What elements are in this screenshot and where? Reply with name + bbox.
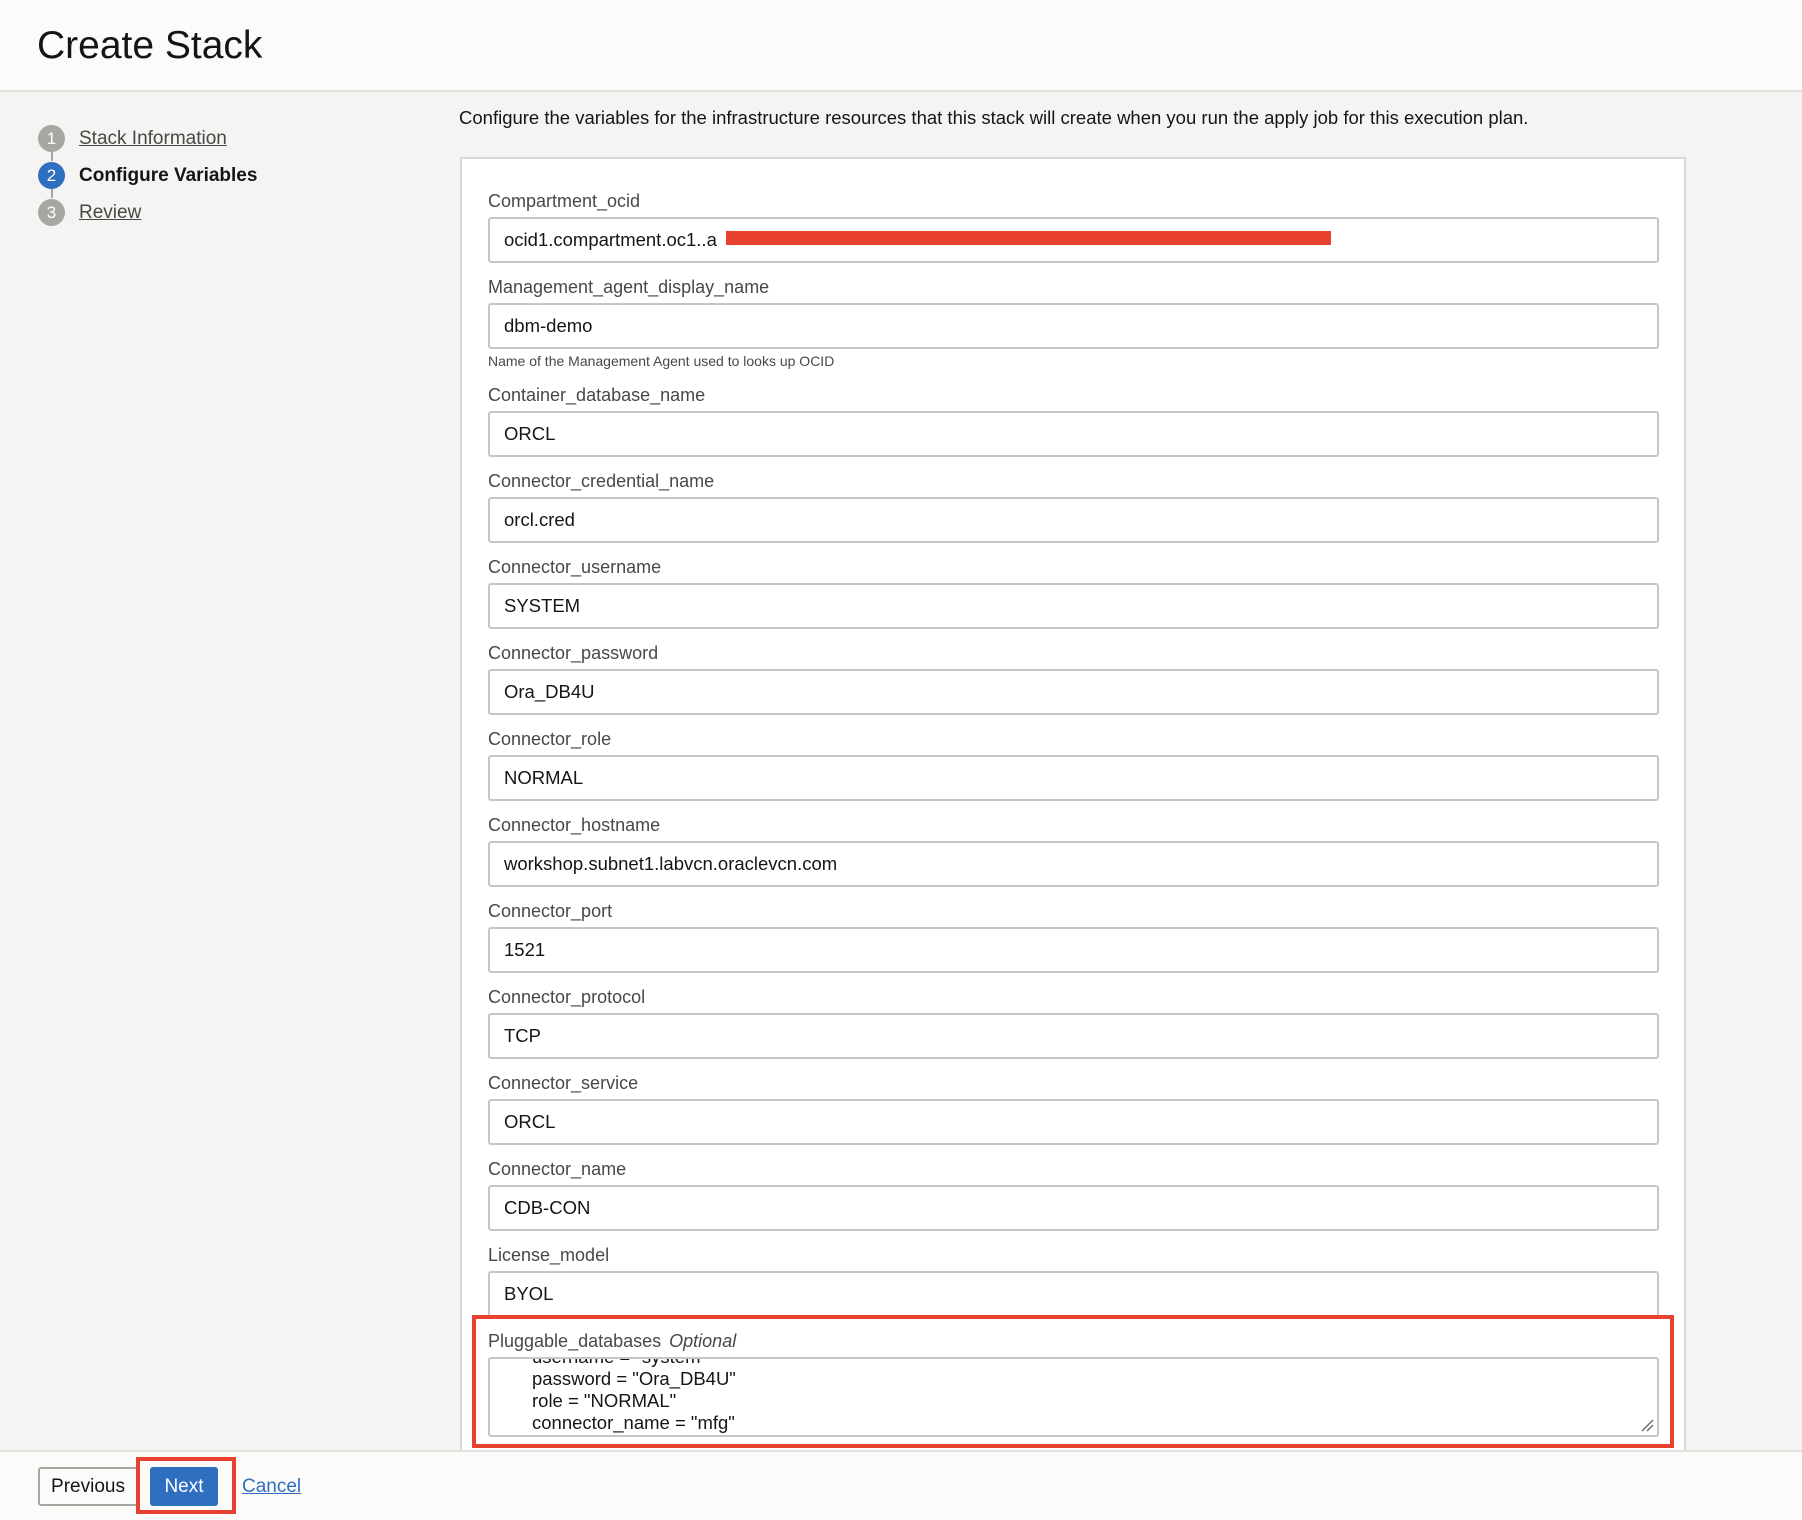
field-label: Connector_service: [488, 1073, 639, 1093]
field-label: Management_agent_display_name: [488, 277, 770, 297]
compartment-ocid-input[interactable]: [488, 217, 1659, 263]
field-connector-username: Connector_username: [488, 555, 1659, 641]
cancel-link[interactable]: Cancel: [242, 1467, 301, 1506]
connector-role-input[interactable]: [488, 755, 1659, 801]
connector-password-input[interactable]: [488, 669, 1659, 715]
field-compartment-ocid: Compartment_ocid: [488, 189, 1659, 275]
step-configure-variables: 2 Configure Variables: [38, 157, 318, 194]
field-container-database-name: Container_database_name: [488, 383, 1659, 469]
field-license-model: License_model: [488, 1243, 1659, 1329]
footer-bar: Previous Next Cancel: [0, 1450, 1802, 1520]
wizard-steps: 1 Stack Information 2 Configure Variable…: [38, 120, 318, 231]
field-label: Connector_protocol: [488, 987, 646, 1007]
connector-port-input[interactable]: [488, 927, 1659, 973]
step-number-1: 1: [38, 125, 65, 152]
container-database-name-input[interactable]: [488, 411, 1659, 457]
field-connector-service: Connector_service: [488, 1071, 1659, 1157]
pluggable-databases-textarea[interactable]: username = "system" password = "Ora_DB4U…: [488, 1357, 1659, 1437]
field-label-pluggable-databases: Pluggable_databases Optional: [488, 1329, 1659, 1354]
field-connector-protocol: Connector_protocol: [488, 985, 1659, 1071]
step-label-configure-variables: Configure Variables: [79, 164, 258, 186]
field-connector-name: Connector_name: [488, 1157, 1659, 1243]
field-connector-role: Connector_role: [488, 727, 1659, 813]
next-button[interactable]: Next: [150, 1467, 218, 1506]
field-help-text: Name of the Management Agent used to loo…: [488, 353, 835, 369]
field-label: Connector_hostname: [488, 815, 661, 835]
field-connector-hostname: Connector_hostname: [488, 813, 1659, 899]
connector-hostname-input[interactable]: [488, 841, 1659, 887]
connector-credential-name-input[interactable]: [488, 497, 1659, 543]
page-title: Create Stack: [37, 24, 263, 67]
connector-name-input[interactable]: [488, 1185, 1659, 1231]
pluggable-databases-value: username = "system" password = "Ora_DB4U…: [532, 1359, 736, 1435]
field-pluggable-databases: Pluggable_databases Optional username = "…: [488, 1329, 1659, 1437]
field-label: Pluggable_databases: [488, 1331, 662, 1351]
connector-service-input[interactable]: [488, 1099, 1659, 1145]
step-stack-information[interactable]: 1 Stack Information: [38, 120, 318, 157]
resize-grip-icon[interactable]: [1640, 1418, 1654, 1432]
connector-protocol-input[interactable]: [488, 1013, 1659, 1059]
license-model-input[interactable]: [488, 1271, 1659, 1317]
step-label-stack-information[interactable]: Stack Information: [79, 128, 227, 150]
page-header: Create Stack: [0, 0, 1802, 92]
field-connector-port: Connector_port: [488, 899, 1659, 985]
intro-text: Configure the variables for the infrastr…: [459, 107, 1529, 128]
optional-tag: Optional: [669, 1331, 737, 1351]
field-connector-password: Connector_password: [488, 641, 1659, 727]
field-label: Connector_role: [488, 729, 612, 749]
step-number-3: 3: [38, 199, 65, 226]
step-label-review[interactable]: Review: [79, 202, 141, 224]
field-label: Connector_port: [488, 901, 613, 921]
management-agent-display-name-input[interactable]: [488, 303, 1659, 349]
previous-button[interactable]: Previous: [38, 1467, 138, 1506]
variables-form: Compartment_ocid Management_agent_displa…: [460, 157, 1686, 1457]
field-label: Connector_credential_name: [488, 471, 715, 491]
field-management-agent-display-name: Management_agent_display_name Name of th…: [488, 275, 1659, 383]
step-number-2: 2: [38, 162, 65, 189]
field-label: Connector_password: [488, 643, 659, 663]
field-label: License_model: [488, 1245, 610, 1265]
field-label: Connector_username: [488, 557, 662, 577]
step-review[interactable]: 3 Review: [38, 194, 318, 231]
field-label: Container_database_name: [488, 385, 706, 405]
connector-username-input[interactable]: [488, 583, 1659, 629]
field-label: Connector_name: [488, 1159, 627, 1179]
field-label: Compartment_ocid: [488, 191, 641, 211]
field-connector-credential-name: Connector_credential_name: [488, 469, 1659, 555]
